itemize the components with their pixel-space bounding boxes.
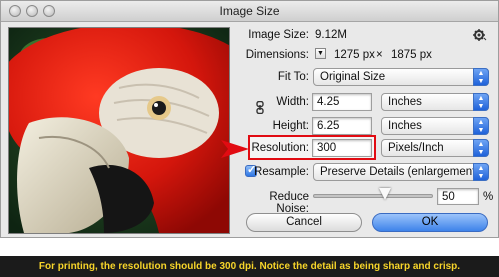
image-size-value: 9.12M	[315, 29, 347, 41]
image-size-label: Image Size:	[248, 29, 309, 41]
fit-to-select[interactable]: Original Size ▲ ▼	[313, 68, 489, 86]
dimensions-label: Dimensions:	[245, 49, 309, 61]
width-label: Width:	[276, 96, 309, 108]
width-input[interactable]: 4.25	[312, 93, 372, 111]
updown-arrows-icon: ▲ ▼	[473, 139, 489, 157]
resolution-unit-select[interactable]: Pixels/Inch ▲ ▼	[381, 139, 489, 157]
image-preview[interactable]	[8, 27, 230, 234]
updown-arrows-icon: ▲ ▼	[473, 117, 489, 135]
height-label: Height:	[272, 120, 309, 132]
parrot-photo	[9, 28, 229, 233]
resample-label: Resample:	[254, 166, 309, 178]
updown-arrows-icon: ▲ ▼	[473, 68, 489, 86]
resolution-label: Resolution:	[251, 142, 309, 154]
width-unit-select[interactable]: Inches ▲ ▼	[381, 93, 489, 111]
dimensions-unit-menu[interactable]: ▼	[315, 48, 326, 59]
fit-to-label: Fit To:	[277, 71, 309, 83]
resolution-input[interactable]: 300	[312, 139, 372, 157]
updown-arrows-icon: ▲ ▼	[473, 93, 489, 111]
width-unit-value: Inches	[388, 96, 422, 108]
window-title: Image Size	[219, 4, 280, 18]
reduce-noise-input[interactable]: 50	[437, 188, 479, 205]
reduce-noise-slider-thumb[interactable]	[379, 188, 391, 200]
dimensions-width-value: 1275 px	[334, 49, 375, 61]
resolution-unit-value: Pixels/Inch	[388, 142, 444, 154]
caption-banner: For printing, the resolution should be 3…	[0, 256, 499, 277]
resample-method-select[interactable]: Preserve Details (enlargement) ▲ ▼	[313, 163, 489, 181]
updown-arrows-icon: ▲ ▼	[473, 163, 489, 181]
height-input[interactable]: 6.25	[312, 117, 372, 135]
title-bar: Image Size	[1, 1, 498, 22]
dimensions-separator: ×	[376, 49, 383, 61]
dimensions-height-value: 1875 px	[391, 49, 432, 61]
reduce-noise-label: Reduce Noise:	[269, 191, 309, 215]
gear-icon[interactable]	[473, 29, 487, 41]
reduce-noise-unit: %	[483, 191, 494, 203]
image-size-dialog: Image Size Image Size: 9.12M Dimensions:…	[0, 0, 499, 238]
cancel-button[interactable]: Cancel	[246, 213, 362, 232]
ok-button[interactable]: OK	[372, 213, 488, 232]
height-unit-value: Inches	[388, 120, 422, 132]
reduce-noise-slider-track[interactable]	[313, 194, 433, 198]
fit-to-value: Original Size	[320, 71, 386, 83]
chevron-down-icon: ▼	[317, 50, 324, 57]
height-unit-select[interactable]: Inches ▲ ▼	[381, 117, 489, 135]
resample-method-value: Preserve Details (enlargement)	[320, 166, 480, 178]
